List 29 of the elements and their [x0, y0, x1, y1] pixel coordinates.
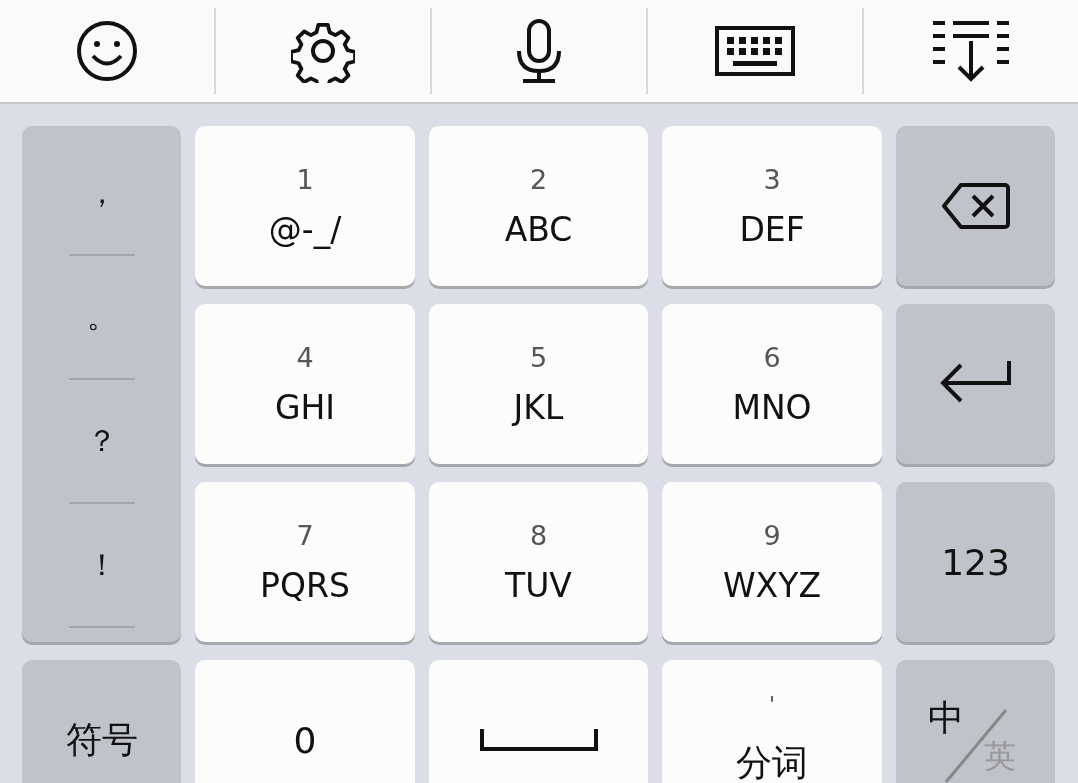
collapse-keyboard-icon-button[interactable]: [931, 19, 1011, 83]
punctuation-key[interactable]: 。: [22, 256, 181, 378]
numbers-key[interactable]: 123: [896, 482, 1055, 642]
digit-key[interactable]: 1 @-_/: [195, 126, 415, 286]
digit-key[interactable]: 4 GHI: [195, 304, 415, 464]
smiley-icon-button[interactable]: [75, 19, 139, 83]
digit-key[interactable]: 3 DEF: [662, 126, 882, 286]
digit-key[interactable]: 7 PQRS: [195, 482, 415, 642]
split-word-key[interactable]: ' 分词: [662, 660, 882, 783]
zero-key[interactable]: 0: [195, 660, 415, 783]
punctuation-key[interactable]: ，: [22, 132, 181, 254]
keyboard-icon-button[interactable]: [715, 25, 795, 77]
punctuation-key[interactable]: ？: [22, 380, 181, 502]
smiley-icon: [75, 19, 139, 83]
punctuation-key[interactable]: ！: [22, 504, 181, 626]
backspace-key[interactable]: [896, 126, 1055, 286]
chinese-label: 中: [928, 696, 964, 740]
digit-key[interactable]: 2 ABC: [429, 126, 648, 286]
digit-key[interactable]: 8 TUV: [429, 482, 648, 642]
keyboard-icon: [715, 25, 795, 77]
collapse-keyboard-icon: [931, 19, 1011, 83]
digit-key[interactable]: 9 WXYZ: [662, 482, 882, 642]
backspace-icon: [940, 182, 1011, 230]
symbols-key[interactable]: 符号: [22, 660, 181, 783]
space-key[interactable]: [429, 660, 648, 783]
enter-key[interactable]: [896, 304, 1055, 464]
digit-key[interactable]: 6 MNO: [662, 304, 882, 464]
space-icon: [479, 727, 598, 753]
digit-key[interactable]: 5 JKL: [429, 304, 648, 464]
